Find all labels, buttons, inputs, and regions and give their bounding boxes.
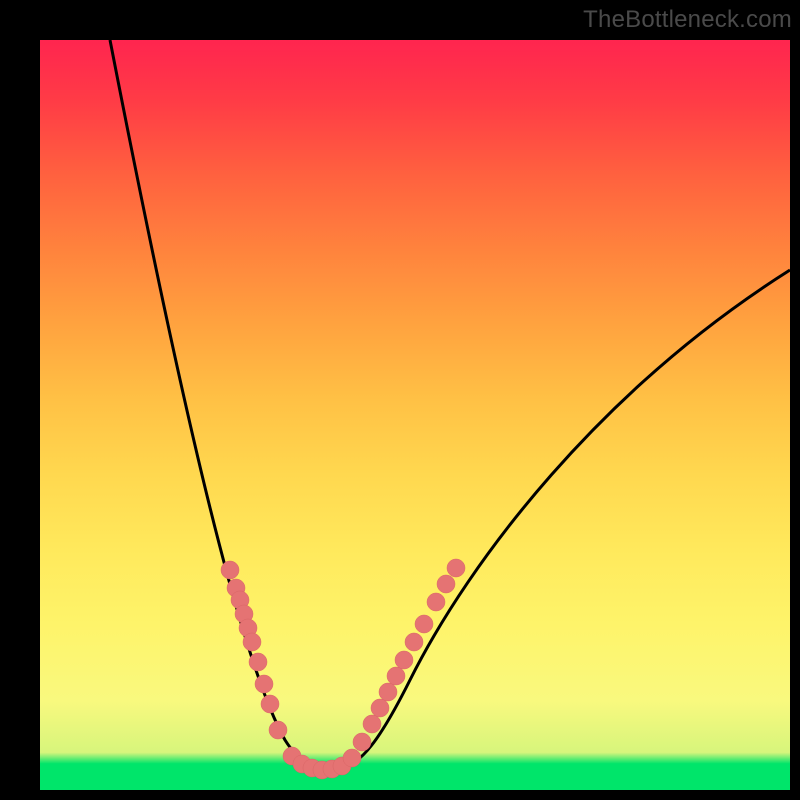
chart-svg bbox=[40, 40, 790, 790]
curve-dot bbox=[353, 733, 371, 751]
curve-dot bbox=[379, 683, 397, 701]
watermark-text: TheBottleneck.com bbox=[583, 6, 792, 34]
chart-frame: TheBottleneck.com bbox=[0, 0, 800, 800]
curve-dot bbox=[269, 721, 287, 739]
curve-dot bbox=[363, 715, 381, 733]
curve-dot bbox=[221, 561, 239, 579]
curve-dot bbox=[447, 559, 465, 577]
curve-dot bbox=[255, 675, 273, 693]
curve-dot bbox=[249, 653, 267, 671]
curve-dot bbox=[405, 633, 423, 651]
curve-dot bbox=[415, 615, 433, 633]
plot-area bbox=[40, 40, 790, 790]
bottleneck-curve bbox=[110, 40, 790, 768]
curve-dot bbox=[243, 633, 261, 651]
curve-dot bbox=[387, 667, 405, 685]
curve-dot bbox=[261, 695, 279, 713]
curve-dot bbox=[427, 593, 445, 611]
curve-dot bbox=[437, 575, 455, 593]
curve-dot bbox=[371, 699, 389, 717]
curve-dot bbox=[343, 749, 361, 767]
curve-dot bbox=[395, 651, 413, 669]
